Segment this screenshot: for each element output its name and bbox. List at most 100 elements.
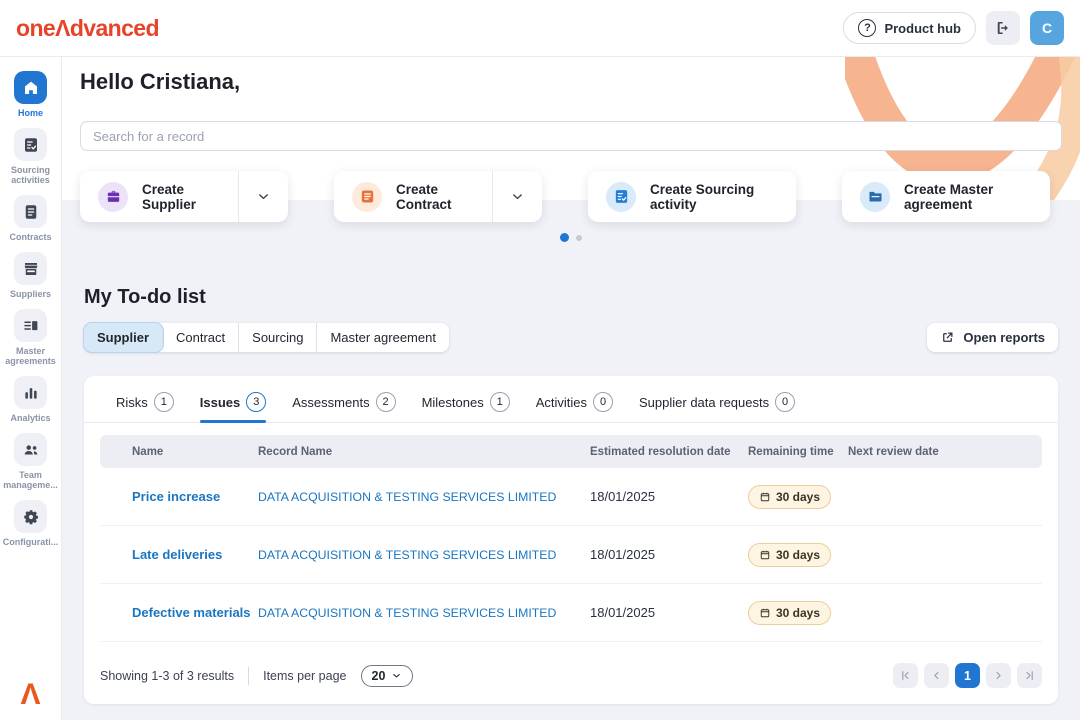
- create-sourcing-activity-button[interactable]: Create Sourcing activity: [588, 182, 796, 212]
- create-supplier-card: Create Supplier: [80, 171, 288, 222]
- product-hub-button[interactable]: ? Product hub: [843, 12, 976, 44]
- issue-name-link[interactable]: Defective materials: [132, 605, 258, 620]
- sign-out-icon: [994, 19, 1012, 37]
- create-contract-button[interactable]: Create Contract: [334, 182, 492, 212]
- previous-page-button[interactable]: [924, 663, 949, 688]
- tab-label: Activities: [536, 395, 587, 410]
- card-label: Create Master agreement: [904, 182, 1050, 212]
- count-badge: 3: [246, 392, 266, 412]
- todo-tabs-row: Supplier Contract Sourcing Master agreem…: [84, 323, 1058, 352]
- items-per-page-select[interactable]: 20: [361, 665, 414, 687]
- column-header-remaining-time: Remaining time: [748, 446, 848, 458]
- tab-assessments[interactable]: Assessments 2: [292, 392, 395, 422]
- carousel-dot[interactable]: [576, 235, 582, 241]
- quick-action-cards: Create Supplier Create Contract: [80, 171, 1050, 222]
- first-page-button[interactable]: [893, 663, 918, 688]
- count-badge: 0: [593, 392, 613, 412]
- column-header-record-name: Record Name: [258, 446, 590, 458]
- sidebar-item-configuration[interactable]: Configurati...: [1, 500, 61, 547]
- table-row: Price increase DATA ACQUISITION & TESTIN…: [100, 468, 1042, 526]
- tab-risks[interactable]: Risks 1: [116, 392, 174, 422]
- results-summary: Showing 1-3 of 3 results Items per page …: [100, 665, 413, 687]
- page-number-button[interactable]: 1: [955, 663, 980, 688]
- column-header-name: Name: [132, 446, 258, 458]
- card-label: Create Contract: [396, 182, 492, 212]
- sidebar-item-home[interactable]: Home: [1, 71, 61, 118]
- tab-master-agreement[interactable]: Master agreement: [317, 323, 449, 352]
- sidebar-item-analytics[interactable]: Analytics: [1, 376, 61, 423]
- master-agreements-icon: [14, 309, 47, 342]
- open-reports-label: Open reports: [963, 330, 1045, 345]
- tab-milestones[interactable]: Milestones 1: [422, 392, 510, 422]
- tab-activities[interactable]: Activities 0: [536, 392, 613, 422]
- count-badge: 1: [490, 392, 510, 412]
- create-contract-dropdown[interactable]: [492, 171, 542, 222]
- tab-label: Assessments: [292, 395, 369, 410]
- remaining-time-label: 30 days: [776, 606, 820, 620]
- resolution-date: 18/01/2025: [590, 547, 748, 562]
- record-name-link[interactable]: DATA ACQUISITION & TESTING SERVICES LIMI…: [258, 548, 590, 562]
- page-title: Hello Cristiana,: [80, 69, 240, 95]
- create-master-agreement-button[interactable]: Create Master agreement: [842, 182, 1050, 212]
- sidebar-item-label: Analytics: [10, 413, 50, 423]
- sidebar-item-team-management[interactable]: Team manageme...: [1, 433, 61, 490]
- calendar-icon: [759, 491, 771, 503]
- team-management-icon: [14, 433, 47, 466]
- count-badge: 1: [154, 392, 174, 412]
- advanced-logo-mark: Λ: [20, 680, 40, 710]
- create-supplier-button[interactable]: Create Supplier: [80, 182, 238, 212]
- open-reports-button[interactable]: Open reports: [927, 323, 1058, 352]
- sourcing-icon: [606, 182, 636, 212]
- showing-results-text: Showing 1-3 of 3 results: [100, 669, 234, 683]
- record-name-link[interactable]: DATA ACQUISITION & TESTING SERVICES LIMI…: [258, 606, 590, 620]
- chevron-down-icon: [256, 189, 271, 204]
- record-name-link[interactable]: DATA ACQUISITION & TESTING SERVICES LIMI…: [258, 490, 590, 504]
- create-supplier-dropdown[interactable]: [238, 171, 288, 222]
- tab-issues[interactable]: Issues 3: [200, 392, 266, 422]
- sign-out-button[interactable]: [986, 11, 1020, 45]
- create-contract-card: Create Contract: [334, 171, 542, 222]
- carousel-dot-active[interactable]: [560, 233, 569, 242]
- remaining-time-badge: 30 days: [748, 543, 831, 567]
- remaining-time-label: 30 days: [776, 490, 820, 504]
- table-header: Name Record Name Estimated resolution da…: [100, 435, 1042, 468]
- analytics-icon: [14, 376, 47, 409]
- sidebar-item-master-agreements[interactable]: Master agreements: [1, 309, 61, 366]
- tab-label: Supplier data requests: [639, 395, 769, 410]
- remaining-time-label: 30 days: [776, 548, 820, 562]
- issue-name-link[interactable]: Price increase: [132, 489, 258, 504]
- chevron-down-icon: [510, 189, 525, 204]
- suppliers-icon: [14, 252, 47, 285]
- sidebar-item-sourcing-activities[interactable]: Sourcing activities: [1, 128, 61, 185]
- last-page-button[interactable]: [1017, 663, 1042, 688]
- external-link-icon: [940, 330, 955, 345]
- create-master-agreement-card: Create Master agreement: [842, 171, 1050, 222]
- items-per-page-value: 20: [372, 669, 386, 683]
- sidebar-item-suppliers[interactable]: Suppliers: [1, 252, 61, 299]
- avatar[interactable]: C: [1030, 11, 1064, 45]
- sidebar-item-contracts[interactable]: Contracts: [1, 195, 61, 242]
- tab-sourcing[interactable]: Sourcing: [239, 323, 317, 352]
- tab-contract[interactable]: Contract: [163, 323, 239, 352]
- issue-name-link[interactable]: Late deliveries: [132, 547, 258, 562]
- main-content: Hello Cristiana, Create Supplier: [62, 57, 1080, 720]
- chevron-right-icon: [992, 669, 1005, 682]
- sidebar-item-label: Home: [18, 108, 43, 118]
- sourcing-activities-icon: [14, 128, 47, 161]
- chevron-left-icon: [930, 669, 943, 682]
- pagination: 1: [893, 663, 1042, 688]
- column-header-estimated-resolution-date: Estimated resolution date: [590, 446, 748, 458]
- count-badge: 2: [376, 392, 396, 412]
- tab-supplier[interactable]: Supplier: [84, 323, 163, 352]
- oneadvanced-logo[interactable]: oneΛdvanced: [16, 15, 159, 42]
- search-input[interactable]: [80, 121, 1062, 151]
- contract-icon: [352, 182, 382, 212]
- record-type-tabs: Supplier Contract Sourcing Master agreem…: [84, 323, 449, 352]
- configuration-icon: [14, 500, 47, 533]
- count-badge: 0: [775, 392, 795, 412]
- next-page-button[interactable]: [986, 663, 1011, 688]
- sidebar-item-label: Team manageme...: [1, 470, 61, 490]
- items-per-page-label: Items per page: [263, 669, 346, 683]
- tab-supplier-data-requests[interactable]: Supplier data requests 0: [639, 392, 795, 422]
- help-circle-icon: ?: [858, 19, 876, 37]
